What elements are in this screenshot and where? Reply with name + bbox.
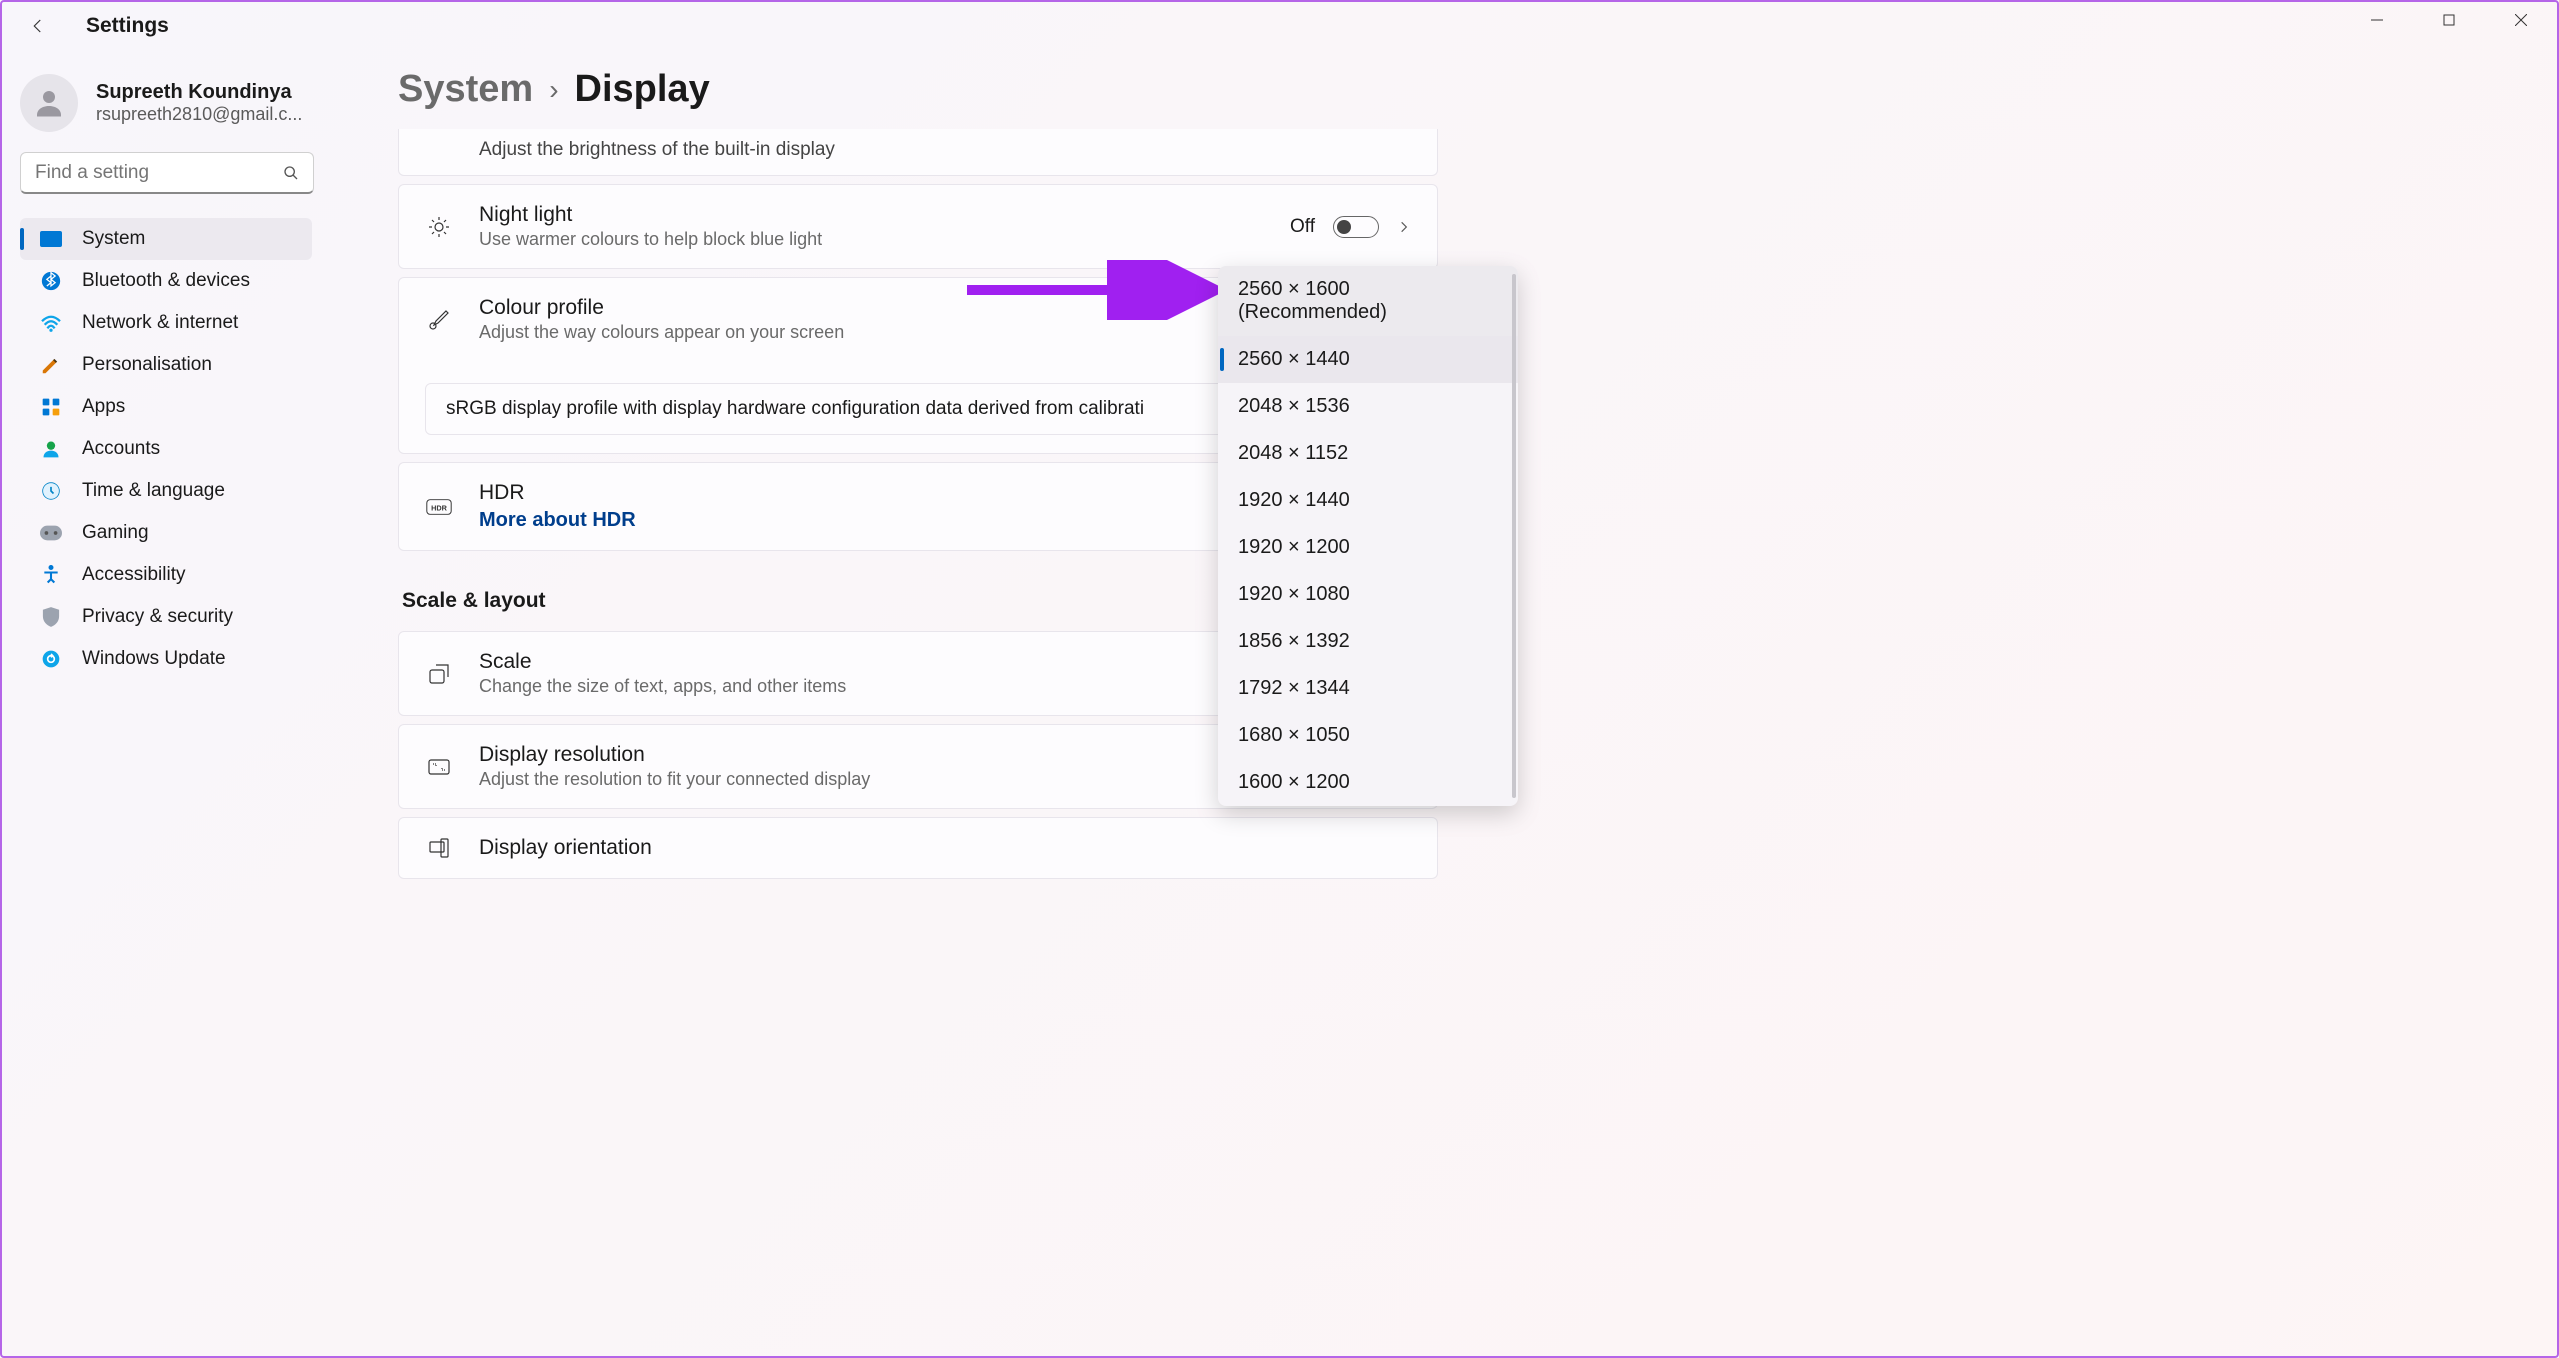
night-light-sub: Use warmer colours to help block blue li… — [479, 229, 1264, 250]
nav-label: Apps — [82, 396, 125, 418]
minimize-icon — [2371, 14, 2383, 26]
nav-label: Accounts — [82, 438, 160, 460]
scale-sub: Change the size of text, apps, and other… — [479, 676, 1265, 697]
breadcrumb-separator: › — [549, 74, 558, 106]
nav-label: Personalisation — [82, 354, 212, 376]
resolution-option[interactable]: 1920 × 1080 — [1218, 571, 1518, 618]
card-orientation[interactable]: Display orientation — [398, 817, 1438, 879]
breadcrumb-parent[interactable]: System — [398, 68, 533, 111]
person-icon — [31, 85, 67, 121]
nav-label: Gaming — [82, 522, 149, 544]
scale-title: Scale — [479, 650, 1265, 674]
search-icon — [283, 165, 299, 181]
close-button[interactable] — [2485, 2, 2557, 38]
update-icon — [40, 648, 62, 670]
nav-label: Bluetooth & devices — [82, 270, 250, 292]
nav-item-apps[interactable]: Apps — [20, 386, 312, 428]
time-icon — [40, 480, 62, 502]
breadcrumb-current: Display — [575, 68, 710, 111]
personalisation-icon — [40, 354, 62, 376]
colour-profile-icon — [425, 308, 453, 332]
night-light-icon — [425, 215, 453, 239]
maximize-button[interactable] — [2413, 2, 2485, 38]
minimize-button[interactable] — [2341, 2, 2413, 38]
night-light-toggle[interactable] — [1333, 216, 1379, 238]
resolution-option[interactable]: 2560 × 1600 (Recommended) — [1218, 266, 1518, 336]
orientation-title: Display orientation — [479, 836, 1411, 860]
hdr-icon: HDR — [425, 498, 453, 516]
orientation-icon — [425, 836, 453, 860]
nav-label: Privacy & security — [82, 606, 233, 628]
annotation-arrow — [967, 260, 1227, 320]
nav-item-accessibility[interactable]: Accessibility — [20, 554, 312, 596]
maximize-icon — [2443, 14, 2455, 26]
bluetooth-icon — [40, 270, 62, 292]
nav-item-personalisation[interactable]: Personalisation — [20, 344, 312, 386]
resolution-option[interactable]: 2560 × 1440 — [1218, 336, 1518, 383]
search-input[interactable] — [35, 162, 283, 184]
nav-label: Accessibility — [82, 564, 185, 586]
close-icon — [2515, 14, 2527, 26]
svg-text:HDR: HDR — [431, 503, 448, 512]
nav-item-update[interactable]: Windows Update — [20, 638, 312, 680]
resolution-option[interactable]: 1600 × 1200 — [1218, 759, 1518, 806]
card-night-light[interactable]: Night light Use warmer colours to help b… — [398, 184, 1438, 269]
back-arrow-icon — [29, 17, 47, 35]
titlebar: Settings — [2, 2, 2557, 50]
dropdown-scrollbar[interactable] — [1512, 274, 1516, 798]
nav-label: Time & language — [82, 480, 225, 502]
nav-item-system[interactable]: System — [20, 218, 312, 260]
card-brightness-cut[interactable]: Adjust the brightness of the built-in di… — [398, 129, 1438, 176]
nav-item-accounts[interactable]: Accounts — [20, 428, 312, 470]
back-button[interactable] — [18, 6, 58, 46]
night-light-title: Night light — [479, 203, 1264, 227]
resolution-option[interactable]: 1792 × 1344 — [1218, 665, 1518, 712]
profile-name: Supreeth Koundinya — [96, 81, 302, 104]
nav-item-privacy[interactable]: Privacy & security — [20, 596, 312, 638]
resolution-dropdown[interactable]: 2560 × 1600 (Recommended) 2560 × 1440 20… — [1218, 266, 1518, 806]
profile-email: rsupreeth2810@gmail.c... — [96, 104, 302, 125]
resolution-option[interactable]: 2048 × 1536 — [1218, 383, 1518, 430]
nav-label: Windows Update — [82, 648, 226, 670]
avatar — [20, 74, 78, 132]
nav-list: System Bluetooth & devices Network & int… — [20, 218, 342, 680]
breadcrumb: System › Display — [398, 68, 2437, 111]
resolution-icon — [425, 755, 453, 779]
resolution-option[interactable]: 1920 × 1440 — [1218, 477, 1518, 524]
scale-icon — [425, 662, 453, 686]
nav-label: Network & internet — [82, 312, 238, 334]
resolution-option[interactable]: 1680 × 1050 — [1218, 712, 1518, 759]
accounts-icon — [40, 438, 62, 460]
nav-label: System — [82, 228, 145, 250]
apps-icon — [40, 396, 62, 418]
privacy-icon — [40, 606, 62, 628]
system-icon — [40, 228, 62, 250]
chevron-right-icon — [1397, 220, 1411, 234]
night-light-state: Off — [1290, 216, 1315, 238]
window-controls — [2341, 2, 2557, 38]
profile-block[interactable]: Supreeth Koundinya rsupreeth2810@gmail.c… — [20, 66, 342, 152]
resolution-option[interactable]: 1920 × 1200 — [1218, 524, 1518, 571]
sidebar: Supreeth Koundinya rsupreeth2810@gmail.c… — [2, 50, 342, 1356]
nav-item-time[interactable]: Time & language — [20, 470, 312, 512]
resolution-option[interactable]: 2048 × 1152 — [1218, 430, 1518, 477]
accessibility-icon — [40, 564, 62, 586]
search-box[interactable] — [20, 152, 314, 194]
nav-item-bluetooth[interactable]: Bluetooth & devices — [20, 260, 312, 302]
resolution-option[interactable]: 1856 × 1392 — [1218, 618, 1518, 665]
brightness-sub: Adjust the brightness of the built-in di… — [479, 139, 1411, 161]
network-icon — [40, 312, 62, 334]
app-title: Settings — [86, 14, 169, 38]
nav-item-gaming[interactable]: Gaming — [20, 512, 312, 554]
nav-item-network[interactable]: Network & internet — [20, 302, 312, 344]
gaming-icon — [40, 522, 62, 544]
